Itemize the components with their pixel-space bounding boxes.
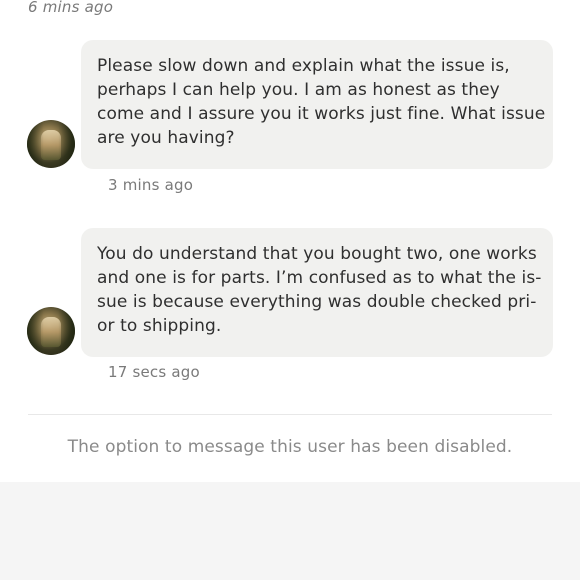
sender-avatar[interactable] — [27, 120, 75, 168]
message-text-line: sue is because everything was double che… — [97, 292, 537, 312]
message-text-line: or to shipping. — [97, 316, 222, 336]
message-bubble: Please slow down and explain what the is… — [81, 40, 553, 169]
message-text-line: come and I assure you it works just fine… — [97, 104, 546, 124]
avatar-shade — [27, 307, 75, 355]
footer-area — [0, 482, 580, 580]
earlier-timestamp: 6 mins ago — [28, 0, 114, 16]
message-timestamp: 3 mins ago — [108, 176, 194, 194]
sender-avatar[interactable] — [27, 307, 75, 355]
messaging-disabled-notice: The option to message this user has been… — [67, 437, 513, 457]
divider — [28, 414, 552, 415]
message-text-line: and one is for parts. I’m confused as to… — [97, 268, 542, 288]
message-text-line: perhaps I can help you. I am as honest a… — [97, 80, 500, 100]
message-timestamp: 17 secs ago — [108, 363, 200, 381]
message-text-line: You do understand that you bought two, o… — [97, 244, 537, 264]
message-text-line: are you having? — [97, 128, 235, 148]
avatar-shade — [27, 120, 75, 168]
message-bubble: You do understand that you bought two, o… — [81, 228, 553, 357]
message-text-line: Please slow down and explain what the is… — [97, 56, 510, 76]
